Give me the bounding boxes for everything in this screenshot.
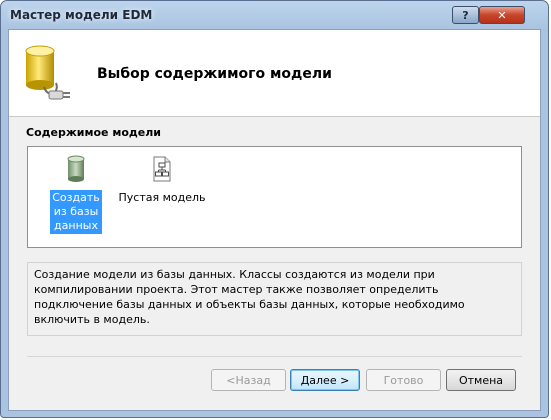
option-label-line: Создать xyxy=(52,191,100,204)
back-button[interactable]: <Назад xyxy=(211,369,286,391)
cancel-button[interactable]: Отмена xyxy=(446,369,516,391)
window-title: Мастер модели EDM xyxy=(10,8,153,22)
wizard-client-area: Выбор содержимого модели Содержимое моде… xyxy=(8,29,541,411)
option-label: Создать из базы данных xyxy=(50,190,102,234)
option-label-line: из базы xyxy=(53,205,99,218)
option-label-line: данных xyxy=(54,219,98,232)
empty-model-icon xyxy=(153,156,171,182)
finish-button[interactable]: Готово xyxy=(366,369,441,391)
wizard-header: Выбор содержимого модели xyxy=(9,30,540,117)
next-button[interactable]: Далее > xyxy=(290,369,360,391)
model-content-list[interactable]: Создать из базы данных Пустая модель xyxy=(27,146,522,248)
option-empty-model[interactable]: Пустая модель xyxy=(119,155,206,206)
option-generate-from-database[interactable]: Создать из базы данных xyxy=(41,155,111,234)
page-title: Выбор содержимого модели xyxy=(97,66,332,82)
section-label: Содержимое модели xyxy=(26,126,161,139)
title-bar[interactable]: Мастер модели EDM ? ✕ xyxy=(1,1,548,29)
option-label: Пустая модель xyxy=(118,191,206,204)
help-button[interactable]: ? xyxy=(452,6,479,24)
option-description: Создание модели из базы данных. Классы с… xyxy=(27,262,522,336)
close-button[interactable]: ✕ xyxy=(479,6,525,24)
wizard-window: Мастер модели EDM ? ✕ Выбор содержимого … xyxy=(0,0,549,418)
database-icon xyxy=(67,155,85,182)
divider xyxy=(27,356,522,357)
database-plug-icon xyxy=(25,45,70,100)
